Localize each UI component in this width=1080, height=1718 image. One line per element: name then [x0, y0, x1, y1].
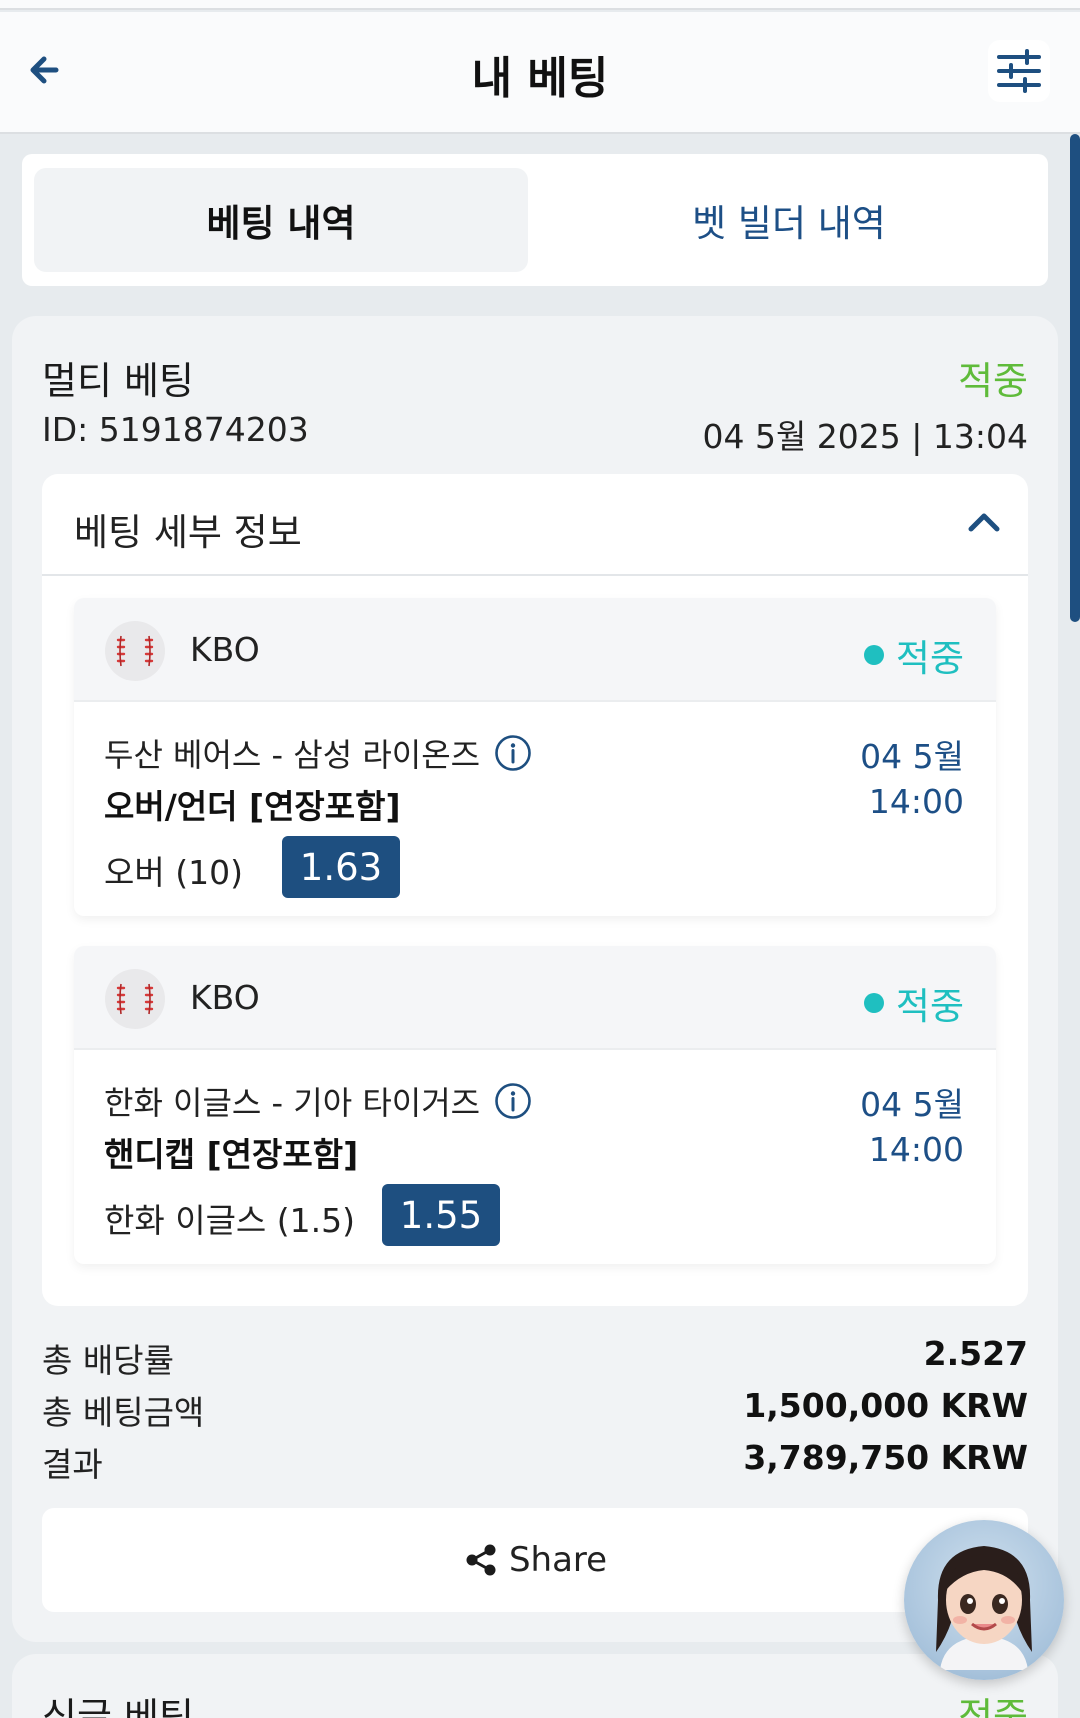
bet-details-title: 베팅 세부 정보 — [74, 511, 302, 554]
filter-button[interactable] — [988, 40, 1050, 102]
info-icon[interactable] — [494, 734, 532, 772]
summary-label: 결과 — [42, 1445, 103, 1484]
bet-status: 적중 — [958, 1695, 1028, 1718]
bet-status: 적중 — [958, 359, 1028, 403]
summary-value: 3,789,750 KRW — [743, 1438, 1028, 1477]
league-name: KBO — [190, 978, 260, 1017]
assistant-avatar-icon — [936, 1546, 1032, 1670]
match-teams: 한화 이글스 - 기아 타이거즈 — [104, 1084, 481, 1122]
bet-id: ID: 5191874203 — [42, 410, 309, 449]
odds-badge: 1.55 — [382, 1184, 500, 1246]
baseball-icon — [105, 621, 165, 681]
leg-status: 적중 — [863, 976, 964, 1030]
selection-name: 오버 (10) — [104, 853, 243, 892]
next-bet-card[interactable]: 싱글 베팅 적중 — [12, 1654, 1058, 1718]
summary-label: 총 베팅금액 — [42, 1393, 205, 1432]
leg-time: 14:00 — [868, 782, 964, 821]
bet-type: 싱글 베팅 — [42, 1695, 194, 1718]
share-icon — [466, 1544, 496, 1576]
leg-status: 적중 — [863, 628, 964, 682]
bet-history-tabs: 베팅 내역 벳 빌더 내역 — [22, 154, 1048, 286]
market-name: 오버/언더 [연장포함] — [104, 787, 401, 826]
app-header: 내 베팅 — [0, 12, 1080, 134]
sliders-icon — [997, 49, 1041, 93]
leg-status-label: 적중 — [895, 985, 964, 1028]
leg-time: 14:00 — [868, 1130, 964, 1169]
leg-status-label: 적중 — [895, 637, 964, 680]
bet-leg: KBO 적중 두산 베어스 - 삼성 라이온즈 오버/언더 [연장포함] 오버 … — [74, 598, 996, 916]
assistant-avatar[interactable] — [904, 1520, 1064, 1680]
info-icon[interactable] — [494, 1082, 532, 1120]
match-name: 두산 베어스 - 삼성 라이온즈 — [104, 730, 532, 776]
leg-header: KBO 적중 — [74, 598, 996, 702]
bet-datetime: 04 5월 2025 | 13:04 — [702, 417, 1028, 456]
bet-details-toggle[interactable]: 베팅 세부 정보 — [42, 474, 1028, 576]
share-button[interactable]: Share — [42, 1508, 1028, 1612]
odds-badge: 1.63 — [282, 836, 400, 898]
share-label: Share — [508, 1540, 608, 1580]
status-dot-icon — [863, 645, 884, 665]
summary-label: 총 배당률 — [42, 1341, 174, 1380]
leg-header: KBO 적중 — [74, 946, 996, 1050]
match-name: 한화 이글스 - 기아 타이거즈 — [104, 1078, 532, 1124]
bet-card: 멀티 베팅 적중 ID: 5191874203 04 5월 2025 | 13:… — [12, 316, 1058, 1642]
selection-name: 한화 이글스 (1.5) — [104, 1201, 356, 1240]
match-teams: 두산 베어스 - 삼성 라이온즈 — [104, 736, 481, 774]
bet-leg: KBO 적중 한화 이글스 - 기아 타이거즈 핸디캡 [연장포함] 한화 이글… — [74, 946, 996, 1264]
summary-value: 1,500,000 KRW — [743, 1386, 1028, 1425]
baseball-icon — [105, 969, 165, 1029]
chevron-up-icon — [968, 513, 1000, 532]
bet-details-panel: 베팅 세부 정보 KBO 적중 두산 베어스 - 삼성 라이온즈 오버/언더 [… — [42, 474, 1028, 1306]
market-name: 핸디캡 [연장포함] — [104, 1135, 359, 1174]
summary-value: 2.527 — [923, 1334, 1028, 1373]
scrollbar[interactable] — [1070, 134, 1080, 622]
bet-type: 멀티 베팅 — [42, 359, 194, 403]
tab-bet-history[interactable]: 베팅 내역 — [34, 168, 528, 272]
status-dot-icon — [863, 993, 884, 1013]
tab-bet-builder-history[interactable]: 벳 빌더 내역 — [542, 168, 1036, 272]
league-name: KBO — [190, 630, 260, 669]
leg-date: 04 5월 — [860, 737, 964, 776]
page-title: 내 베팅 — [471, 53, 609, 104]
status-bar-strip — [0, 0, 1080, 10]
leg-date: 04 5월 — [860, 1085, 964, 1124]
